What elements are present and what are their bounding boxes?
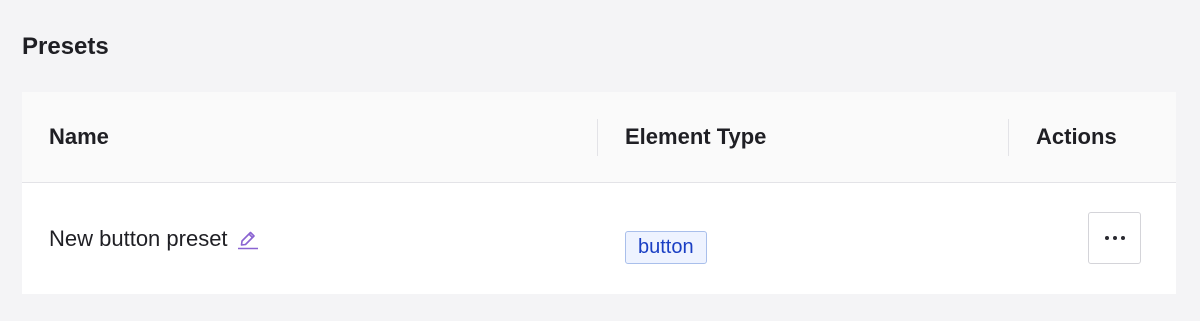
presets-page: Presets Name Element Type Actions New bu… (0, 0, 1200, 321)
table-header: Name Element Type Actions (22, 92, 1176, 183)
preset-name: New button preset (49, 225, 228, 251)
column-header-name: Name (49, 124, 109, 149)
presets-table: Name Element Type Actions New button pre… (22, 92, 1176, 294)
page-title: Presets (22, 33, 109, 60)
column-header-actions: Actions (1036, 124, 1117, 149)
pencil-edit-icon[interactable] (237, 228, 259, 250)
more-horizontal-icon (1104, 236, 1125, 240)
element-type-badge: button (625, 231, 707, 264)
preset-name-cell: New button preset (49, 183, 259, 294)
column-divider (1008, 119, 1009, 156)
column-header-element-type: Element Type (625, 124, 767, 149)
table-row: New button preset button (22, 183, 1176, 294)
column-divider (597, 119, 598, 156)
row-actions-button[interactable] (1088, 212, 1141, 264)
